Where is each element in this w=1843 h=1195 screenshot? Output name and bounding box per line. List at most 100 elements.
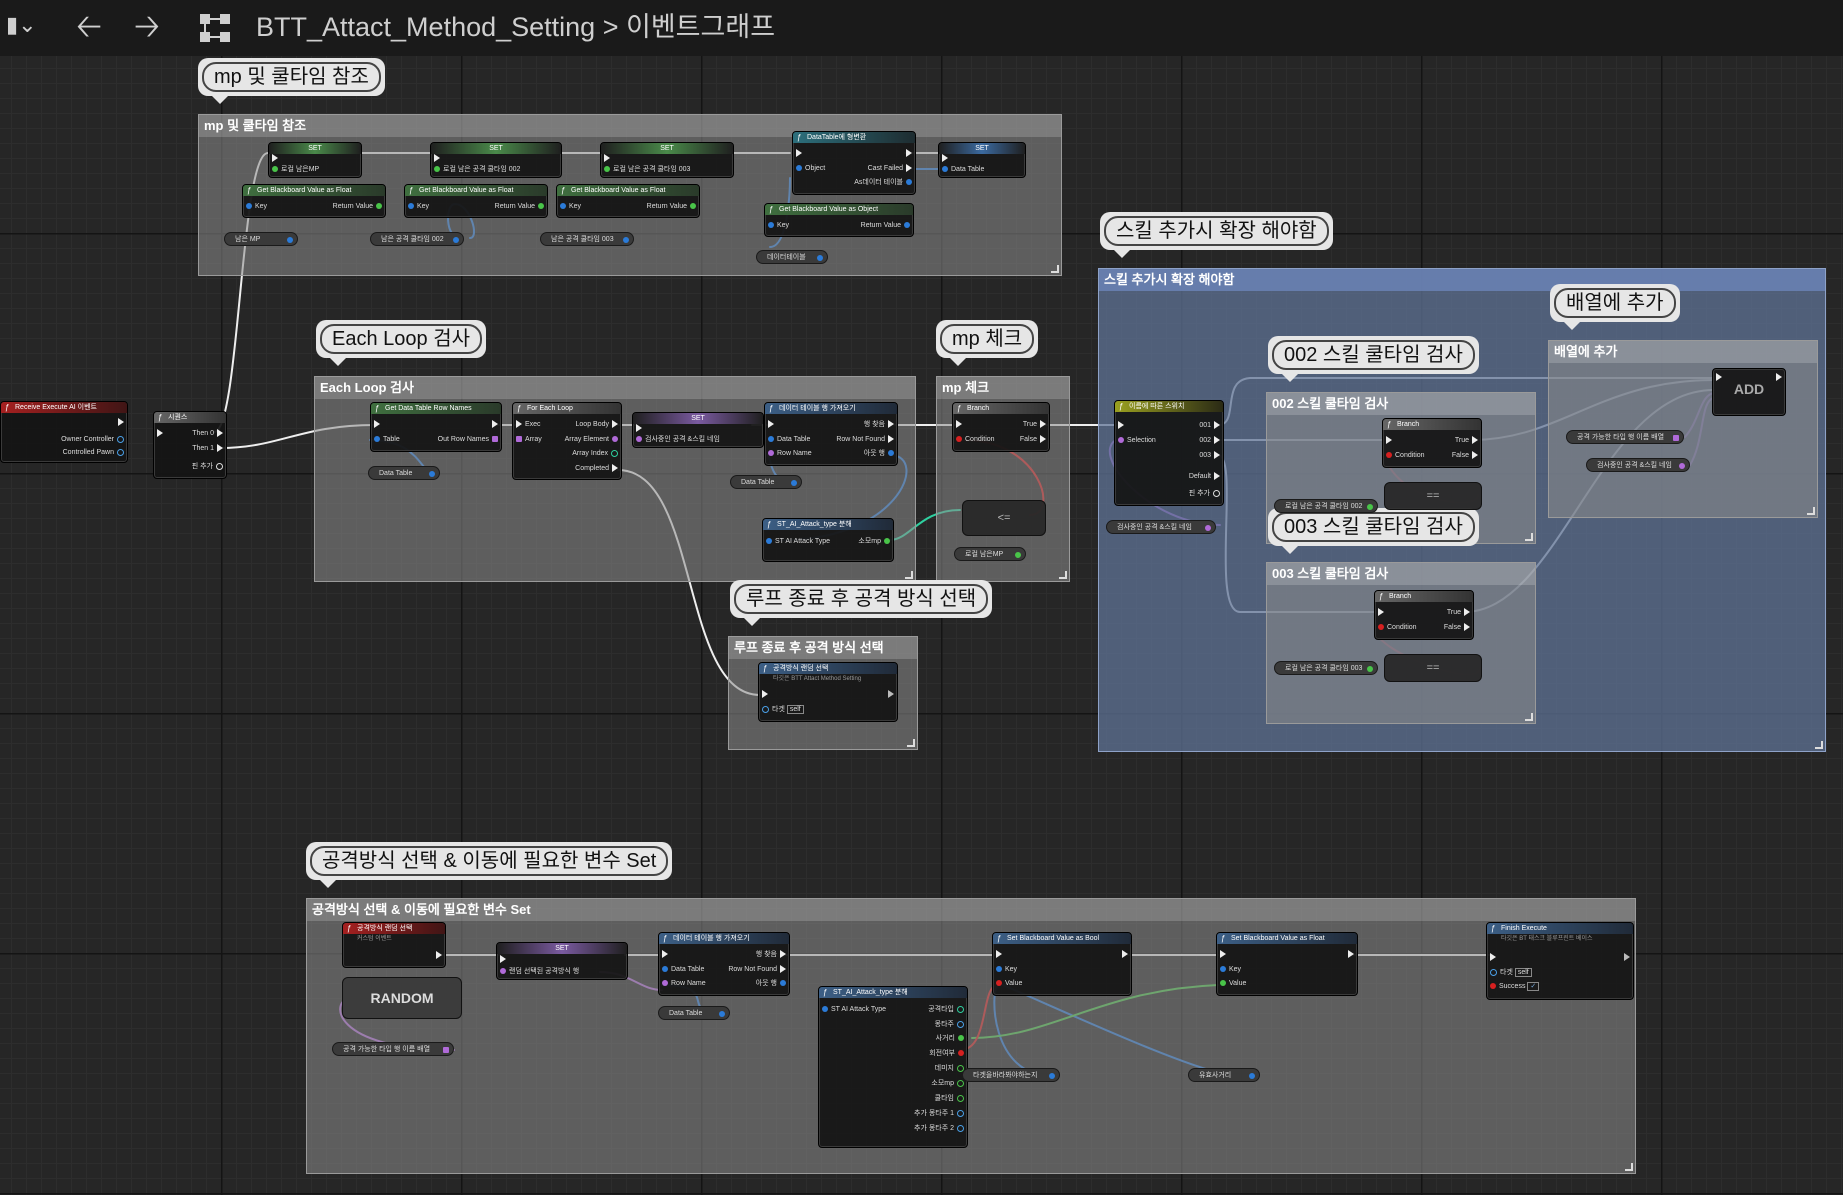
exec-in-pin[interactable] xyxy=(759,690,771,699)
branch-skill002-node[interactable]: Branch Condition True False xyxy=(1382,418,1482,468)
var-skill-name[interactable]: 검사중인 공격 &스킬 네임 xyxy=(1586,458,1690,472)
return-value-pin[interactable]: Return Value xyxy=(495,202,547,211)
row-found-pin[interactable]: 행 찾음 xyxy=(756,950,789,959)
var-datatable[interactable]: 데이터테이블 xyxy=(756,250,828,264)
set-cd003-node[interactable]: SET 로컬 남은 공격 쿨타임 003 xyxy=(600,142,734,178)
controlled-pawn-pin[interactable]: Controlled Pawn xyxy=(63,448,127,457)
return-value-pin[interactable]: Return Value xyxy=(333,202,385,211)
exec-in-pin[interactable] xyxy=(154,429,166,438)
var-mp[interactable]: 남은 MP xyxy=(224,232,298,246)
return-value-pin[interactable]: Return Value xyxy=(647,202,699,211)
exec-in-pin[interactable] xyxy=(659,950,671,959)
out-row-names-pin[interactable]: Out Row Names xyxy=(438,435,501,444)
st-attack-type-pin[interactable]: ST AI Attack Type xyxy=(763,537,830,546)
comment-bubble-skill002[interactable]: 002 스킬 쿨타임 검사 xyxy=(1268,336,1479,382)
exec-in-pin[interactable] xyxy=(1383,436,1395,445)
owner-controller-pin[interactable]: Owner Controller xyxy=(61,435,127,444)
get-bb-float-node[interactable]: Get Blackboard Value as Float Key Return… xyxy=(404,184,548,218)
true-pin[interactable]: True xyxy=(1023,420,1049,429)
false-pin[interactable]: False xyxy=(1452,451,1481,460)
value-pin[interactable]: 검사중인 공격 &스킬 네임 xyxy=(633,435,720,444)
condition-pin[interactable]: Condition xyxy=(1375,623,1417,632)
var-datatable[interactable]: Data Table xyxy=(368,466,440,480)
break-attack-type-node[interactable]: ST_AI_Attack_type 분해 ST AI Attack Type 공… xyxy=(818,986,968,1148)
switch-on-name-node[interactable]: 이름에 따른 스위치 Selection 001 002 003 Default… xyxy=(1114,400,1224,506)
exec-in-pin[interactable] xyxy=(601,154,613,163)
set-bb-float-node[interactable]: Set Blackboard Value as Float Key Value xyxy=(1216,932,1358,996)
exec-out-pin[interactable] xyxy=(489,420,501,429)
set-check-name-node[interactable]: SET 검사중인 공격 &스킬 네임 xyxy=(632,412,764,448)
extra2-pin[interactable]: 추가 몽타주 2 xyxy=(914,1124,967,1133)
graph-canvas[interactable]: mp 및 쿨타임 참조 mp 및 쿨타임 참조 Each Loop 검사 Eac… xyxy=(0,0,1843,1195)
exec-in-pin[interactable] xyxy=(765,420,777,429)
get-dt-row-node[interactable]: 데이터 테이블 행 가져오기 Data Table Row Name 행 찾음 … xyxy=(658,932,790,996)
comment-bubble-skill-extend[interactable]: 스킬 추가시 확장 해야함 xyxy=(1100,212,1333,258)
selection-pin[interactable]: Selection xyxy=(1115,436,1156,445)
row-name-pin[interactable]: Row Name xyxy=(659,979,706,988)
bookmark-icon[interactable]: ▮⌄ xyxy=(6,12,37,38)
add-pin-button[interactable]: 핀 추가 xyxy=(1189,489,1223,498)
comment-bubble-loop-end[interactable]: 루프 종료 후 공격 방식 선택 xyxy=(730,580,993,626)
row-not-found-pin[interactable]: Row Not Found xyxy=(836,435,897,444)
array-index-pin[interactable]: Array Index xyxy=(572,449,621,458)
key-pin[interactable]: Key xyxy=(557,202,581,211)
comment-bubble-bottom[interactable]: 공격방식 선택 & 이동에 필요한 변수 Set xyxy=(306,842,673,888)
condition-pin[interactable]: Condition xyxy=(953,435,995,444)
comment-bubble-mp-check[interactable]: mp 체크 xyxy=(936,320,1039,366)
exec-in-pin[interactable] xyxy=(793,149,805,158)
array-element-pin[interactable]: Array Element xyxy=(565,435,621,444)
exec-in-pin[interactable] xyxy=(431,154,443,163)
case001-pin[interactable]: 001 xyxy=(1199,421,1223,430)
exec-out-pin[interactable] xyxy=(433,951,445,960)
var-local-mp[interactable]: 로컬 남은MP xyxy=(954,547,1026,561)
true-pin[interactable]: True xyxy=(1455,436,1481,445)
return-value-pin[interactable]: Return Value xyxy=(861,221,913,230)
var-type-array[interactable]: 공격 가능한 타입 행 이름 배열 xyxy=(332,1042,454,1056)
equal-node-003[interactable]: == xyxy=(1384,654,1482,682)
get-row-names-node[interactable]: Get Data Table Row Names Table Out Row N… xyxy=(370,402,502,452)
value-pin[interactable]: 로컬 남은MP xyxy=(269,165,319,174)
out-row-pin[interactable]: 아웃 행 xyxy=(864,449,897,458)
comment-bubble-add-array[interactable]: 배열에 추가 xyxy=(1550,284,1680,330)
then0-pin[interactable]: Then 0 xyxy=(192,429,226,438)
key-pin[interactable]: Key xyxy=(405,202,429,211)
branch-mp-node[interactable]: Branch Condition True False xyxy=(952,402,1050,452)
key-pin[interactable]: Key xyxy=(1217,965,1241,974)
row-found-pin[interactable]: 행 찾음 xyxy=(864,420,897,429)
data-table-pin[interactable]: Data Table xyxy=(659,965,704,974)
mp-cost-pin[interactable]: 소모mp xyxy=(858,537,893,546)
case002-pin[interactable]: 002 xyxy=(1199,436,1223,445)
comment-bubble-mp[interactable]: mp 및 쿨타임 참조 xyxy=(198,58,385,104)
exec-out-pin[interactable] xyxy=(1345,950,1357,959)
montage-pin[interactable]: 몽타주 xyxy=(935,1020,967,1029)
arrow-left-icon[interactable]: 🡠 xyxy=(76,6,102,46)
set-datatable-node[interactable]: SET Data Table xyxy=(938,142,1026,178)
value-pin[interactable]: Value xyxy=(993,979,1022,988)
comment-box-bottom[interactable]: 공격방식 선택 & 이동에 필요한 변수 Set xyxy=(306,898,1636,1174)
loop-body-pin[interactable]: Loop Body xyxy=(576,420,621,429)
exec-in-pin[interactable] xyxy=(1487,953,1499,962)
value-pin[interactable]: 랜덤 선택된 공격방식 행 xyxy=(497,967,579,976)
array-pin[interactable]: Array xyxy=(513,435,542,444)
var-valid-range[interactable]: 유효사거리 xyxy=(1188,1068,1260,1082)
exec-in-pin[interactable] xyxy=(1217,950,1229,959)
target-pin[interactable]: 타겟 self xyxy=(1487,968,1532,977)
arrow-right-icon[interactable]: 🡢 xyxy=(134,6,160,46)
default-pin[interactable]: Default xyxy=(1189,472,1223,481)
exec-in-pin[interactable] xyxy=(371,420,383,429)
exec-in-pin[interactable] xyxy=(953,420,965,429)
var-datatable[interactable]: Data Table xyxy=(730,475,802,489)
row-name-pin[interactable]: Row Name xyxy=(765,449,812,458)
true-pin[interactable]: True xyxy=(1447,608,1473,617)
false-pin[interactable]: False xyxy=(1444,623,1473,632)
exec-in-pin[interactable] xyxy=(633,424,645,433)
exec-in-pin[interactable]: Exec xyxy=(513,420,541,429)
value-pin[interactable]: 로컬 남은 공격 쿨타임 002 xyxy=(431,165,520,174)
value-pin[interactable]: Value xyxy=(1217,979,1246,988)
key-pin[interactable]: Key xyxy=(765,221,789,230)
condition-pin[interactable]: Condition xyxy=(1383,451,1425,460)
breadcrumb-root[interactable]: BTT_Attact_Method_Setting xyxy=(256,12,595,42)
row-not-found-pin[interactable]: Row Not Found xyxy=(728,965,789,974)
var-check-name[interactable]: 검사중인 공격 &스킬 네임 xyxy=(1106,520,1216,534)
cast-datatable-node[interactable]: DataTable에 형변환 Object Cast Failed As데이터 … xyxy=(792,131,916,195)
